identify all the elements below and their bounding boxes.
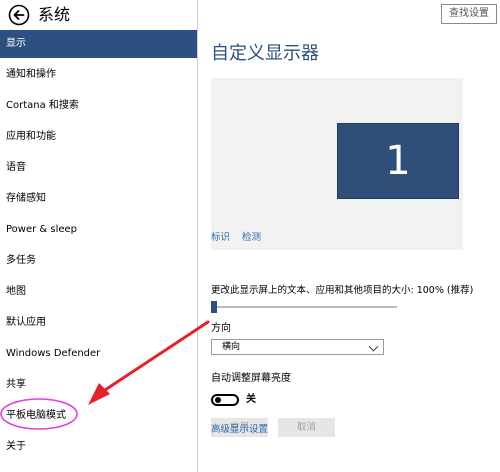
window-title: 系统 [38, 5, 71, 24]
auto-brightness-toggle[interactable] [211, 394, 239, 406]
sidebar: 显示 通知和操作 Cortana 和搜索 应用和功能 语音 存储感知 Power… [0, 30, 197, 472]
orientation-select[interactable]: 横向 [211, 339, 384, 355]
toggle-knob [215, 397, 221, 403]
monitor-number: 1 [385, 138, 411, 184]
cancel-button[interactable]: 取消 [278, 418, 335, 437]
sidebar-item-storage[interactable]: 存储感知 [0, 185, 197, 213]
back-arrow-icon[interactable] [8, 4, 30, 26]
sidebar-item-speech[interactable]: 语音 [0, 154, 197, 182]
chevron-down-icon [368, 341, 379, 352]
auto-brightness-label: 自动调整屏幕亮度 [211, 373, 291, 384]
sidebar-item-sharing[interactable]: 共享 [0, 371, 197, 399]
monitor-tile[interactable]: 1 [337, 123, 459, 199]
sidebar-item-apps[interactable]: 应用和功能 [0, 123, 197, 151]
sidebar-item-cortana[interactable]: Cortana 和搜索 [0, 92, 197, 120]
search-settings-input[interactable]: 查找设置 [441, 4, 497, 24]
sidebar-item-power[interactable]: Power & sleep [0, 216, 197, 244]
page-title: 自定义显示器 [211, 43, 319, 64]
detect-link[interactable]: 检测 [242, 232, 261, 244]
scale-label: 更改此显示屏上的文本、应用和其他项目的大小: 100% (推荐) [211, 285, 474, 296]
sidebar-item-maps[interactable]: 地图 [0, 278, 197, 306]
auto-brightness-state: 关 [246, 394, 256, 405]
advanced-display-settings-link[interactable]: 高级显示设置 [211, 424, 268, 436]
sidebar-item-about[interactable]: 关于 [0, 433, 197, 461]
display-arrangement-area: 1 [211, 78, 463, 250]
orientation-label: 方向 [211, 323, 231, 334]
orientation-value: 横向 [222, 342, 241, 352]
title-bar: 系统 查找设置 [0, 0, 500, 30]
sidebar-item-tablet-mode[interactable]: 平板电脑模式 [0, 402, 197, 430]
scale-slider[interactable] [211, 301, 397, 313]
scale-slider-thumb[interactable] [211, 301, 217, 313]
display-settings-panel: 自定义显示器 1 标识 检测 更改此显示屏上的文本、应用和其他项目的大小: 10… [198, 30, 500, 472]
sidebar-item-notifications[interactable]: 通知和操作 [0, 61, 197, 89]
sidebar-item-display[interactable]: 显示 [0, 30, 197, 58]
sidebar-item-default-apps[interactable]: 默认应用 [0, 309, 197, 337]
sidebar-item-multitasking[interactable]: 多任务 [0, 247, 197, 275]
identify-link[interactable]: 标识 [211, 232, 230, 244]
sidebar-item-defender[interactable]: Windows Defender [0, 340, 197, 368]
